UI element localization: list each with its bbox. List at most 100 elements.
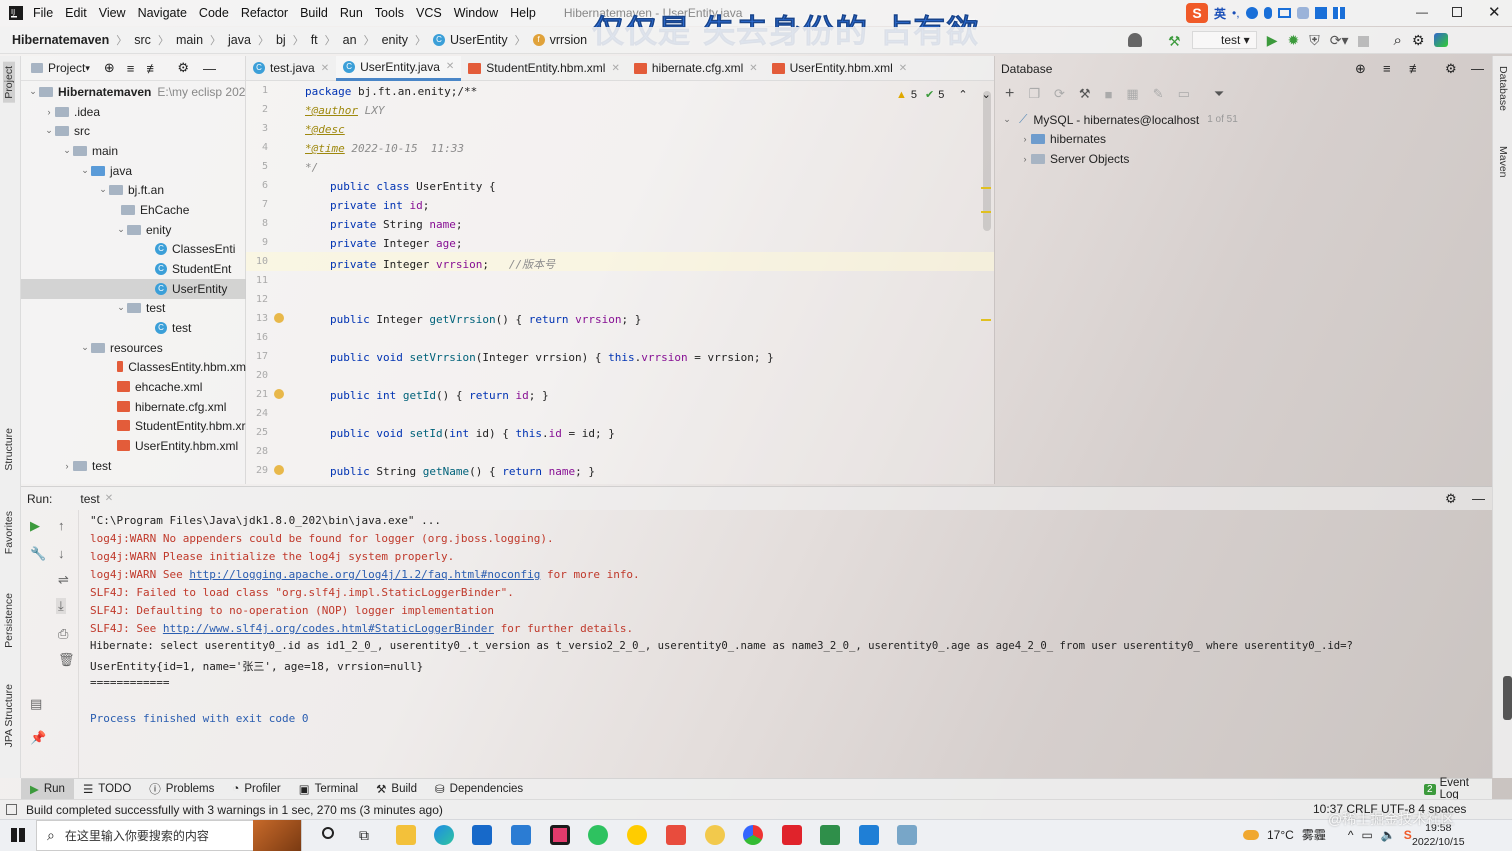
notepad-plus-icon[interactable] [820,825,840,845]
tray-expand-icon[interactable]: ^ [1348,828,1354,842]
db-copy-icon[interactable]: ❐ [1028,86,1040,102]
db-settings-icon[interactable]: ⚙ [1445,61,1457,77]
db-filter-icon[interactable]: ⏷ [1214,86,1224,102]
sogou-tray-icon[interactable]: S [1404,828,1412,842]
stripe-maven[interactable]: Maven [1497,146,1509,178]
stripe-favorites[interactable]: Favorites [3,511,15,554]
menu-window[interactable]: Window [448,6,504,20]
clear-icon[interactable]: 🗑 [58,652,75,668]
menu-run[interactable]: Run [334,6,369,20]
project-view-select[interactable]: Project [48,61,85,75]
console-link[interactable]: http://logging.apache.org/log4j/1.2/faq.… [189,568,540,581]
tab-userentity-hbm[interactable]: UserEntity.hbm.xml ✕ [765,56,915,81]
tab-close-icon[interactable]: ✕ [899,63,907,74]
event-log-button[interactable]: 2 Event Log [1415,777,1492,801]
maximize-icon[interactable] [1452,7,1462,17]
menu-code[interactable]: Code [193,6,235,20]
override-gutter-icon[interactable] [274,313,284,323]
status-panel-toggle-icon[interactable] [6,804,17,815]
stripe-jpa-structure[interactable]: JPA Structure [3,684,15,747]
xmind-icon[interactable] [666,825,686,845]
store-icon[interactable] [472,825,492,845]
run-settings-icon[interactable]: ⚙ [1445,491,1457,507]
ime-skin-icon[interactable] [1314,7,1327,19]
youdao-icon[interactable] [782,825,802,845]
status-message[interactable]: Build completed successfully with 3 warn… [26,803,443,817]
user-icon[interactable] [1128,33,1142,47]
stripe-project[interactable]: Project [3,62,15,103]
tab-close-icon[interactable]: ✕ [749,63,757,74]
intellij-taskbar-icon[interactable] [550,825,570,845]
override-gutter-icon[interactable] [274,389,284,399]
edge-icon[interactable] [434,825,454,845]
db-expand-icon[interactable]: ≡ [1383,61,1391,76]
tool-tab-dependencies[interactable]: ⛁ Dependencies [426,779,532,800]
network-icon[interactable]: ▭ [1361,828,1372,842]
scroll-down-icon[interactable]: ↓ [58,546,65,561]
sogou-icon[interactable]: S [1186,3,1208,23]
db-collapse-icon[interactable]: ≢ [1409,61,1422,76]
coverage-icon[interactable]: ⛨ [1309,32,1320,49]
tree-item-test-class[interactable]: Ctest [21,318,246,338]
ime-user-icon[interactable] [1296,7,1309,19]
windows-start-icon[interactable] [11,828,25,842]
db-locate-icon[interactable]: ⊕ [1355,61,1366,77]
debug-icon[interactable]: ✹ [1287,32,1299,49]
app-window-icon[interactable] [897,825,917,845]
tree-item-ehcache-xml[interactable]: ehcache.xml [21,377,246,397]
settings-gear-icon[interactable]: ⚙ [1412,32,1425,49]
tool-tab-todo[interactable]: ☰ TODO [74,779,140,800]
chrome-icon[interactable] [743,825,763,845]
side-scroll-handle[interactable] [1503,676,1512,720]
breadcrumb-main[interactable]: main [176,33,203,47]
tree-item-hibernate-cfg[interactable]: hibernate.cfg.xml [21,397,246,417]
tab-hibernate-cfg[interactable]: hibernate.cfg.xml ✕ [627,56,765,81]
hide-panel-icon[interactable]: — [203,61,216,76]
tree-item-src[interactable]: ⌄ src [21,121,246,141]
override-gutter-icon[interactable] [274,465,284,475]
wechat-icon[interactable] [588,825,608,845]
profile-icon[interactable]: ⟳▾ [1330,32,1349,49]
expand-all-icon[interactable]: ≡ [127,61,135,76]
db-hide-icon[interactable]: — [1471,61,1484,76]
db-edit-icon[interactable]: ✎ [1153,86,1164,102]
pin-icon[interactable]: 📌 [30,730,46,746]
tree-item-package[interactable]: ⌄ bj.ft.an [21,180,246,200]
project-settings-icon[interactable]: ⚙ [177,60,189,76]
run-hide-icon[interactable]: — [1472,491,1485,506]
db-add-icon[interactable]: + [1005,85,1014,103]
volume-icon[interactable]: 🔈 [1381,828,1396,842]
scrollbar-thumb[interactable] [983,91,991,231]
run-config-select[interactable]: test ▾ [1192,31,1257,49]
run-tab-test[interactable]: test ✕ [80,492,113,506]
ime-punct-icon[interactable]: •, [1232,6,1240,20]
locate-icon[interactable]: ⊕ [104,60,115,76]
temperature[interactable]: 17°C [1267,828,1294,842]
search-icon[interactable]: ⌕ [1393,32,1401,49]
menu-view[interactable]: View [93,6,132,20]
tool-tab-terminal[interactable]: ▣ Terminal [290,779,367,800]
run-icon[interactable]: ▶ [1267,32,1278,49]
intellij-logo-icon[interactable]: IJ [5,5,27,21]
tree-item-classes-hbm[interactable]: ClassesEntity.hbm.xm [21,357,246,377]
app-icon[interactable] [627,825,647,845]
db-stop-icon[interactable]: ■ [1105,87,1113,102]
ime-lang[interactable]: 英 [1214,5,1226,22]
tree-item-java[interactable]: ⌄ java [21,161,246,181]
tab-close-icon[interactable]: ✕ [321,63,329,74]
stop-icon[interactable] [1358,35,1370,47]
weather-icon[interactable] [1243,829,1259,840]
console-link[interactable]: http://www.slf4j.org/codes.html#StaticLo… [163,622,494,635]
ime-emoji-icon[interactable] [1245,7,1258,19]
tab-test-java[interactable]: Ctest.java ✕ [246,56,336,81]
breadcrumb-enity[interactable]: enity [382,33,408,47]
db-connection[interactable]: ⌄ ⟋ MySQL - hibernates@localhost 1 of 51 [1001,112,1238,127]
task-view-icon[interactable] [322,827,334,839]
inspection-widget[interactable]: ▲ 5 ✔ 5 ⌃ ⌄ [896,88,991,102]
tree-item-test-package[interactable]: ⌄ test [21,298,246,318]
tree-item-userentity[interactable]: C UserEntity [21,279,246,299]
scroll-to-end-icon[interactable]: ⤓ [56,598,66,614]
ime-mic-icon[interactable] [1263,7,1272,19]
breadcrumb-bj[interactable]: bj [276,33,286,47]
tree-item-test-folder[interactable]: › test [21,456,246,476]
